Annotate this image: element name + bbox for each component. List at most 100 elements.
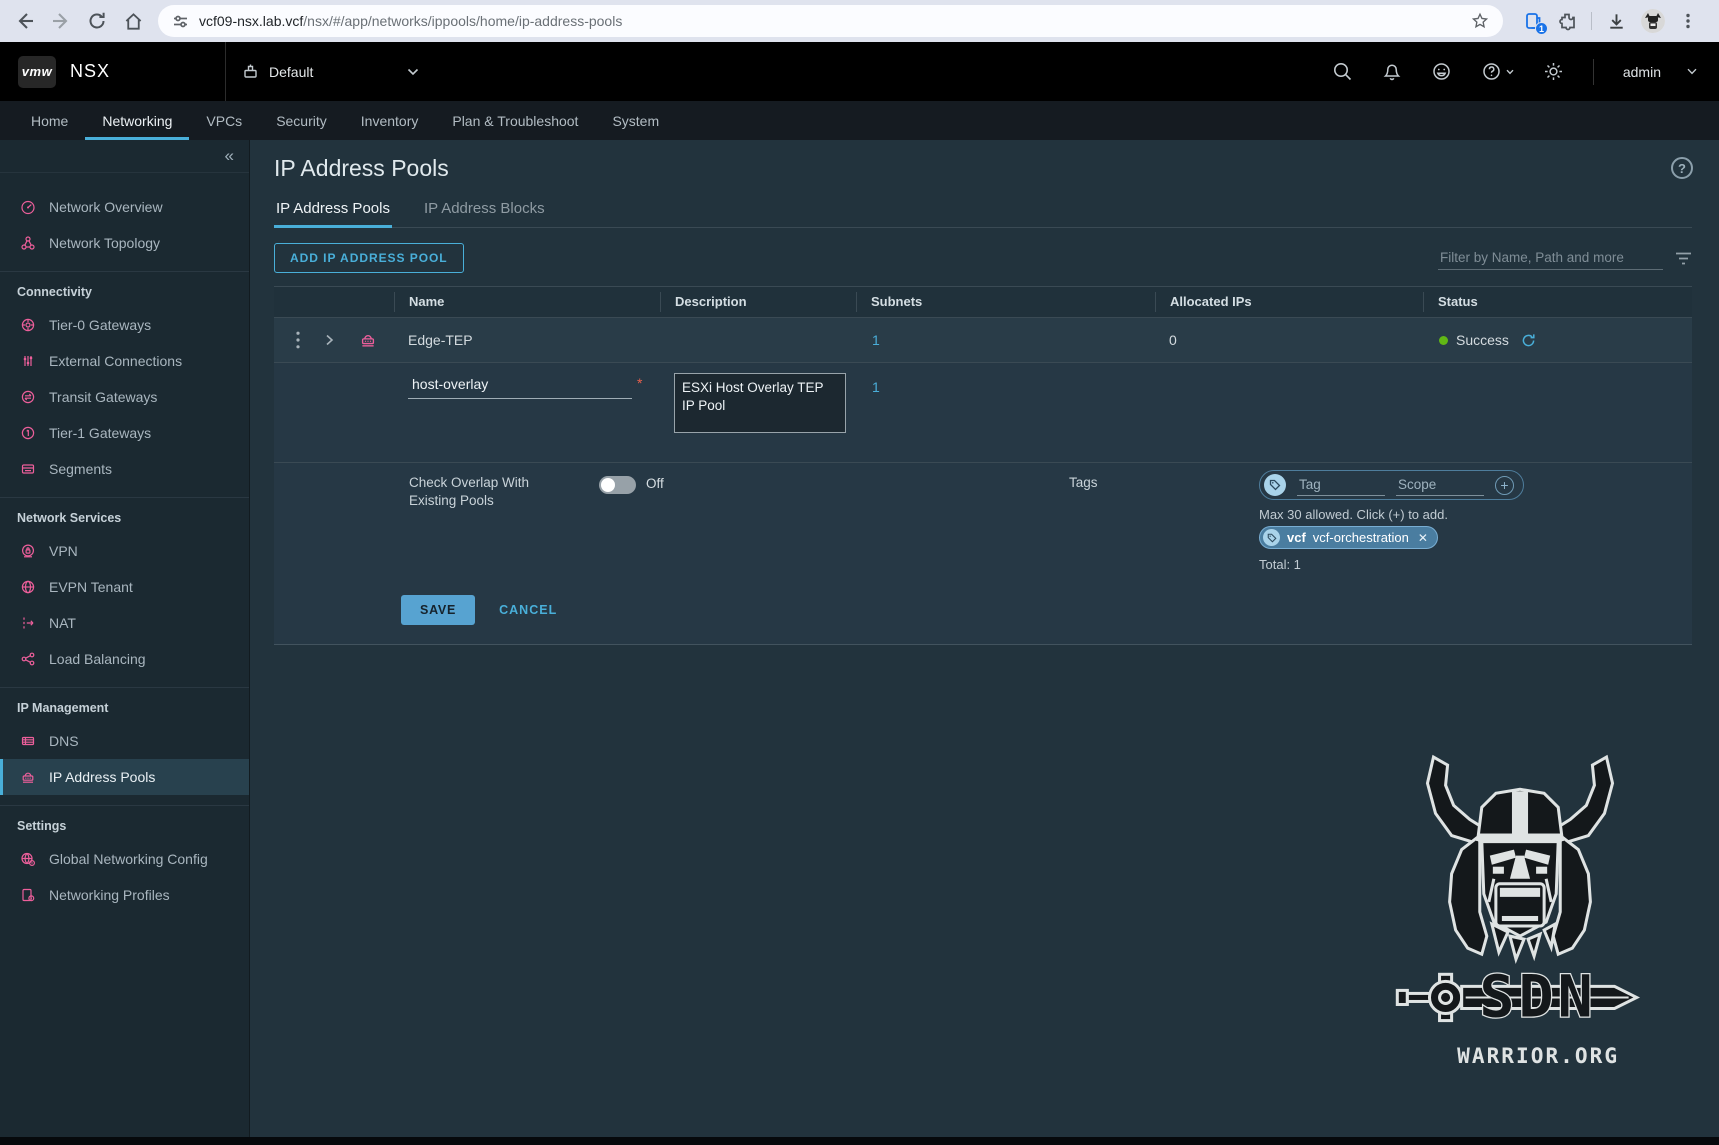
browser-toolbar: vcf09-nsx.lab.vcf/nsx/#/app/networks/ipp… — [0, 0, 1719, 42]
save-button[interactable]: SAVE — [401, 595, 475, 625]
scope-input[interactable] — [1396, 475, 1484, 496]
site-info-icon[interactable] — [172, 13, 189, 30]
product-name: NSX — [70, 61, 110, 82]
add-ip-address-pool-button[interactable]: ADD IP ADDRESS POOL — [274, 243, 464, 273]
sidebar-item-label: External Connections — [49, 353, 182, 369]
remove-tag-icon[interactable]: ✕ — [1418, 531, 1428, 545]
url-host: vcf09-nsx.lab.vcf — [199, 13, 303, 29]
edit-form-main-row: * ESXi Host Overlay TEP IP Pool 1 — [274, 363, 1692, 462]
url-text: vcf09-nsx.lab.vcf/nsx/#/app/networks/ipp… — [199, 13, 1461, 29]
pool-name[interactable]: Edge-TEP — [394, 332, 660, 348]
sidebar-item-dns[interactable]: DNS — [0, 723, 249, 759]
browser-home-button[interactable] — [118, 6, 148, 36]
sidebar-item-tier1-gateways[interactable]: Tier-1 Gateways — [0, 415, 249, 451]
toggle-state-label: Off — [646, 476, 664, 491]
vmware-logo: vmw — [18, 56, 56, 88]
cancel-button[interactable]: CANCEL — [499, 603, 557, 617]
filter-input[interactable] — [1438, 246, 1663, 270]
sidebar-item-label: Segments — [49, 461, 112, 477]
masthead-actions: admin — [1332, 59, 1719, 85]
address-bar[interactable]: vcf09-nsx.lab.vcf/nsx/#/app/networks/ipp… — [158, 5, 1503, 37]
row-controls — [274, 331, 394, 349]
edit-pool-form: * ESXi Host Overlay TEP IP Pool 1 Check … — [274, 363, 1692, 645]
extensions-puzzle-icon[interactable] — [1557, 11, 1577, 31]
user-menu[interactable]: admin — [1623, 64, 1697, 80]
sidebar-item-networking-profiles[interactable]: Networking Profiles — [0, 877, 249, 913]
tab-vpcs[interactable]: VPCs — [189, 101, 259, 140]
filter-icon[interactable] — [1675, 252, 1692, 265]
column-description[interactable]: Description — [660, 292, 856, 312]
browser-menu-kebab-icon[interactable] — [1679, 12, 1697, 30]
dns-icon — [20, 733, 36, 749]
tab-security[interactable]: Security — [259, 101, 344, 140]
sidebar-item-segments[interactable]: Segments — [0, 451, 249, 487]
collapse-sidebar-icon[interactable]: « — [225, 146, 234, 166]
tab-ip-address-pools[interactable]: IP Address Pools — [274, 195, 392, 227]
sidebar-section-connectivity: Connectivity — [0, 272, 249, 307]
org-selector[interactable]: Default — [225, 42, 435, 101]
subnets-count-link[interactable]: 1 — [872, 332, 880, 348]
tag-input[interactable] — [1297, 475, 1385, 496]
column-allocated-ips[interactable]: Allocated IPs — [1155, 292, 1423, 312]
tab-networking[interactable]: Networking — [85, 101, 189, 140]
sidebar-item-label: Tier-0 Gateways — [49, 317, 151, 333]
edit-subnets-count-link[interactable]: 1 — [872, 379, 880, 395]
sidebar-item-global-networking-config[interactable]: Global Networking Config — [0, 841, 249, 877]
sidebar-item-vpn[interactable]: VPN — [0, 533, 249, 569]
tab-ip-address-blocks[interactable]: IP Address Blocks — [422, 195, 547, 227]
refresh-status-icon[interactable] — [1521, 333, 1536, 348]
browser-actions: 1 — [1513, 9, 1703, 33]
sidebar-item-transit-gateways[interactable]: Transit Gateways — [0, 379, 249, 415]
column-name[interactable]: Name — [394, 292, 660, 312]
row-menu-kebab-icon[interactable] — [296, 331, 300, 349]
sidebar-item-tier0-gateways[interactable]: Tier-0 Gateways — [0, 307, 249, 343]
browser-forward-button[interactable] — [46, 6, 76, 36]
check-overlap-label: Check Overlap With Existing Pools — [409, 474, 567, 510]
browser-reload-button[interactable] — [82, 6, 112, 36]
downloads-icon[interactable] — [1606, 11, 1627, 32]
search-icon[interactable] — [1332, 61, 1353, 82]
column-controls — [274, 292, 394, 312]
sidebar-item-label: Networking Profiles — [49, 887, 170, 903]
tab-home[interactable]: Home — [14, 101, 85, 140]
row-expand-chevron-icon[interactable] — [324, 333, 335, 347]
add-tag-plus-icon[interactable]: + — [1495, 476, 1514, 495]
sidebar: « Network Overview Network Topology Conn… — [0, 140, 250, 1137]
theme-sun-icon[interactable] — [1543, 61, 1564, 82]
column-subnets[interactable]: Subnets — [856, 292, 1155, 312]
main-content: IP Address Pools ? IP Address Pools IP A… — [250, 140, 1719, 1137]
password-manager-icon[interactable]: 1 — [1523, 11, 1543, 31]
help-menu-icon[interactable] — [1481, 61, 1514, 82]
tab-plan-troubleshoot[interactable]: Plan & Troubleshoot — [435, 101, 595, 140]
sidebar-item-network-overview[interactable]: Network Overview — [0, 189, 249, 225]
sidebar-item-load-balancing[interactable]: Load Balancing — [0, 641, 249, 677]
sidebar-item-nat[interactable]: NAT — [0, 605, 249, 641]
tab-system[interactable]: System — [595, 101, 676, 140]
sidebar-item-label: Network Overview — [49, 199, 163, 215]
page-help-icon[interactable]: ? — [1671, 157, 1693, 179]
sidebar-item-ip-address-pools[interactable]: IP Address Pools — [0, 759, 249, 795]
pool-name-input[interactable] — [408, 373, 632, 399]
ip-pool-icon — [20, 769, 36, 785]
url-path: /nsx/#/app/networks/ippools/home/ip-addr… — [303, 13, 622, 29]
browser-profile-avatar[interactable] — [1641, 9, 1665, 33]
pool-description-textarea[interactable]: ESXi Host Overlay TEP IP Pool — [674, 373, 846, 433]
extension-badge: 1 — [1535, 22, 1548, 35]
tab-inventory[interactable]: Inventory — [344, 101, 436, 140]
gauge-icon — [20, 199, 36, 215]
table-row: Edge-TEP 1 0 Success — [274, 318, 1692, 363]
sidebar-item-network-topology[interactable]: Network Topology — [0, 225, 249, 261]
tag-chip-scope: vcf — [1287, 530, 1306, 545]
check-overlap-toggle[interactable] — [599, 476, 636, 494]
notifications-bell-icon[interactable] — [1382, 61, 1402, 82]
sidebar-item-evpn-tenant[interactable]: EVPN Tenant — [0, 569, 249, 605]
ip-pools-table: Name Description Subnets Allocated IPs S… — [274, 286, 1692, 645]
browser-back-button[interactable] — [10, 6, 40, 36]
sidebar-item-external-connections[interactable]: External Connections — [0, 343, 249, 379]
bookmark-star-icon[interactable] — [1471, 12, 1489, 30]
sidebar-item-label: Network Topology — [49, 235, 160, 251]
feedback-smiley-icon[interactable] — [1431, 61, 1452, 82]
vpn-icon — [20, 543, 36, 559]
sidebar-item-label: DNS — [49, 733, 79, 749]
column-status[interactable]: Status — [1423, 292, 1692, 312]
